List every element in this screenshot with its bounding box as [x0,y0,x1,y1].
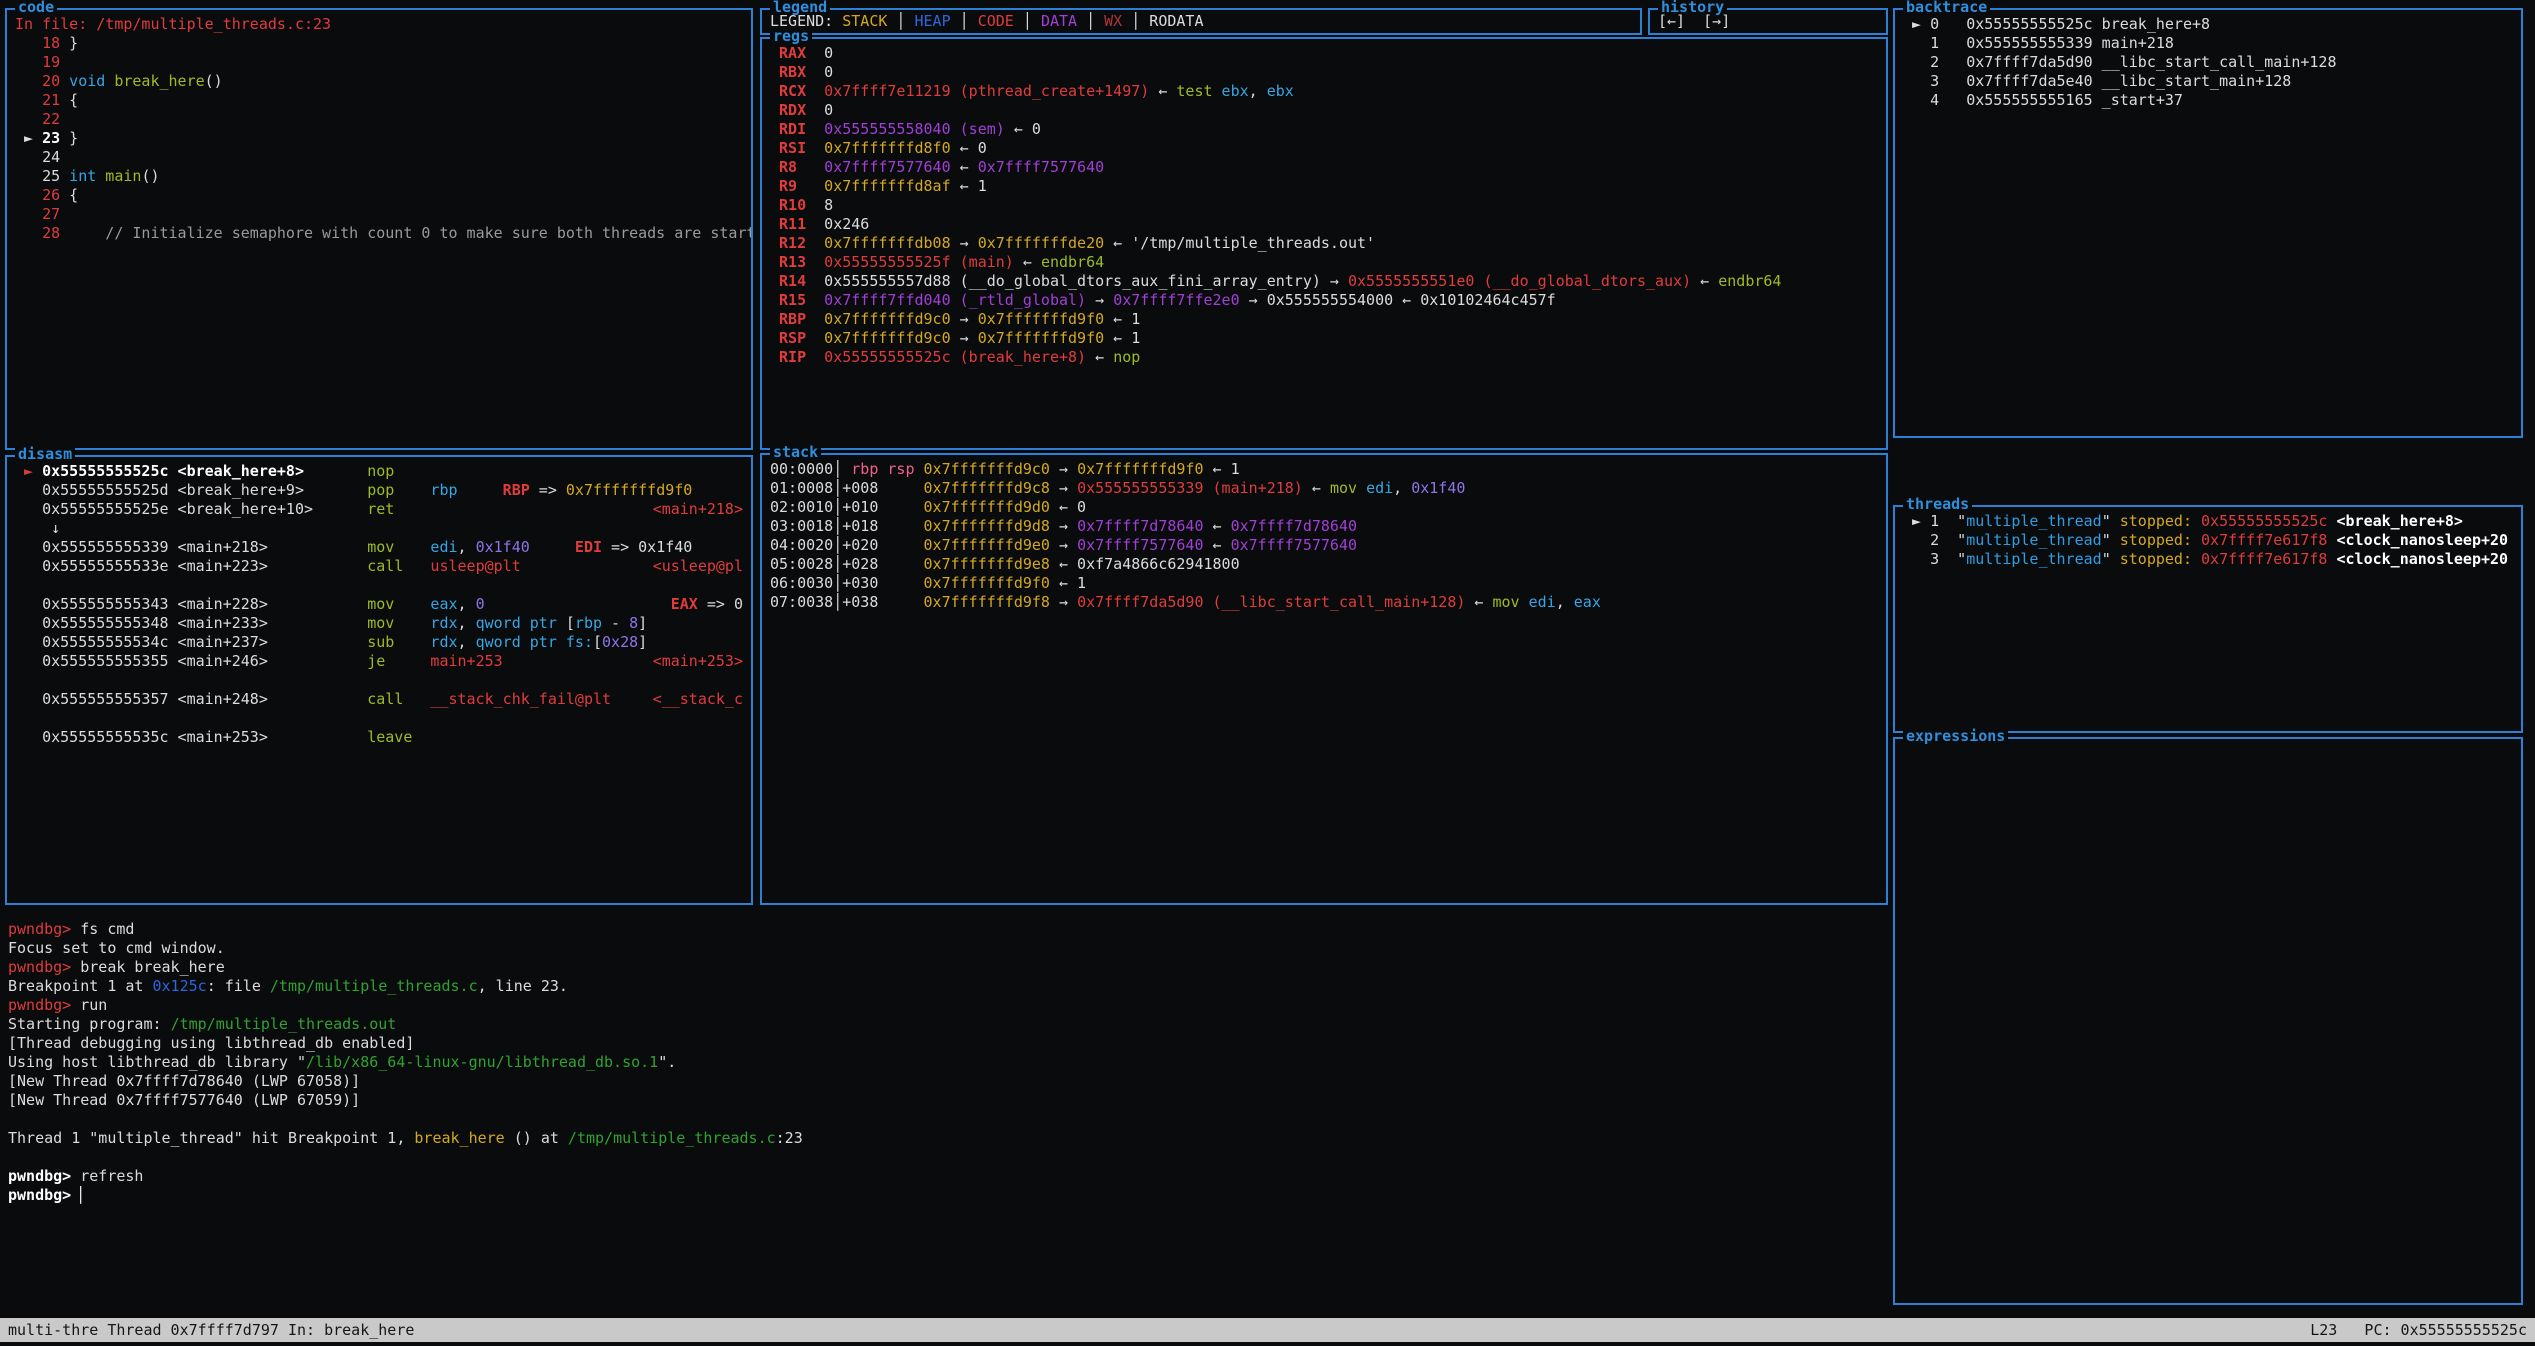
text-line: pwndbg> fs cmd [8,920,1886,939]
text-line: R11 0x246 [770,215,1878,234]
text-line: 0x555555555348 <main+233> mov rdx, qword… [15,614,743,633]
registers-list: RAX 0 RBX 0 RCX 0x7ffff7e11219 (pthread_… [762,39,1886,448]
source-code-listing: In file: /tmp/multiple_threads.c:23 18 }… [7,10,751,448]
text-line: RCX 0x7ffff7e11219 (pthread_create+1497)… [770,82,1878,101]
text-line: R10 8 [770,196,1878,215]
text-line: Thread 1 "multiple_thread" hit Breakpoin… [8,1129,1886,1148]
text-line: 0x55555555525d <break_here+9> pop rbp RB… [15,481,743,500]
text-line: ► 1 "multiple_thread" stopped: 0x5555555… [1903,512,2513,531]
text-line: [Thread debugging using libthread_db ena… [8,1034,1886,1053]
text-line: 0x555555555343 <main+228> mov eax, 0EAX … [15,595,743,614]
legend-items: LEGEND: STACK │ HEAP │ CODE │ DATA │ WX … [762,10,1640,33]
text-line [8,1148,1886,1167]
gdb-console[interactable]: pwndbg> fs cmdFocus set to cmd window.pw… [8,920,1886,1314]
text-line: RBX 0 [770,63,1878,82]
text-line: 05:0028│+028 0x7fffffffd9e8 ← 0xf7a4866c… [770,555,1878,574]
text-line: RDX 0 [770,101,1878,120]
text-line: 2 "multiple_thread" stopped: 0x7ffff7e61… [1903,531,2513,550]
status-line-pc: L23 PC: 0x55555555525c [2310,1321,2527,1340]
text-line: 24 [15,148,743,167]
text-line: RIP 0x55555555525c (break_here+8) ← nop [770,348,1878,367]
text-line: ► 0 0x55555555525c break_here+8 [1903,15,2513,34]
status-thread-info: multi-thre Thread 0x7ffff7d797 In: break… [8,1321,414,1340]
text-line: RBP 0x7fffffffd9c0 → 0x7fffffffd9f0 ← 1 [770,310,1878,329]
text-line: 06:0030│+030 0x7fffffffd9f0 ← 1 [770,574,1878,593]
panel-disasm: disasm ► 0x55555555525c <break_here+8> n… [5,455,753,905]
text-line: R9 0x7fffffffd8af ← 1 [770,177,1878,196]
text-line: RDI 0x555555558040 (sem) ← 0 [770,120,1878,139]
text-line: 28 // Initialize semaphore with count 0 … [15,224,743,243]
text-line: 03:0018│+018 0x7fffffffd9d8 → 0x7ffff7d7… [770,517,1878,536]
text-line: ► 23 } [15,129,743,148]
text-line: 0x555555555339 <main+218> mov edi, 0x1f4… [15,538,743,557]
panel-regs: regs RAX 0 RBX 0 RCX 0x7ffff7e11219 (pth… [760,37,1888,450]
text-line [15,576,743,595]
panel-backtrace: backtrace ► 0 0x55555555525c break_here+… [1893,8,2523,438]
text-line: [New Thread 0x7ffff7d78640 (LWP 67058)] [8,1072,1886,1091]
text-line: ↓ [15,519,743,538]
expressions-list [1895,739,2521,1303]
panel-expressions: expressions [1893,737,2523,1305]
stack-entries: 00:0000│ rbp rsp 0x7fffffffd9c0 → 0x7fff… [762,455,1886,903]
text-line: 1 0x555555555339 main+218 [1903,34,2513,53]
status-bar: multi-thre Thread 0x7ffff7d797 In: break… [0,1318,2535,1342]
text-line: R13 0x55555555525f (main) ← endbr64 [770,253,1878,272]
history-nav-buttons[interactable]: [←] [→] [1650,10,1886,33]
text-line: Using host libthread_db library "/lib/x8… [8,1053,1886,1072]
text-line: 07:0038│+038 0x7fffffffd9f8 → 0x7ffff7da… [770,593,1878,612]
text-line: [New Thread 0x7ffff7577640 (LWP 67059)] [8,1091,1886,1110]
text-line: 27 [15,205,743,224]
text-line: 21 { [15,91,743,110]
text-line: pwndbg> run [8,996,1886,1015]
text-line: 18 } [15,34,743,53]
text-line: 0x55555555525e <break_here+10> ret<main+… [15,500,743,519]
text-line: 02:0010│+010 0x7fffffffd9d0 ← 0 [770,498,1878,517]
text-line: RAX 0 [770,44,1878,63]
text-line: 22 [15,110,743,129]
text-line: 19 [15,53,743,72]
panel-threads: threads ► 1 "multiple_thread" stopped: 0… [1893,505,2523,733]
panel-stack: stack 00:0000│ rbp rsp 0x7fffffffd9c0 → … [760,453,1888,905]
text-line: Focus set to cmd window. [8,939,1886,958]
text-line: 25 int main() [15,167,743,186]
text-line [8,1110,1886,1129]
panel-history: history [←] [→] [1648,8,1888,35]
text-line: R15 0x7ffff7ffd040 (_rtld_global) → 0x7f… [770,291,1878,310]
text-line: pwndbg> ▏ [8,1186,1886,1205]
text-line: pwndbg> refresh [8,1167,1886,1186]
text-line: 2 0x7ffff7da5d90 __libc_start_call_main+… [1903,53,2513,72]
text-line: 0x55555555535c <main+253> leave [15,728,743,747]
text-line: 01:0008│+008 0x7fffffffd9c8 → 0x55555555… [770,479,1878,498]
text-line: RSI 0x7fffffffd8f0 ← 0 [770,139,1878,158]
text-line: 0x555555555355 <main+246> je main+253<ma… [15,652,743,671]
text-line: RSP 0x7fffffffd9c0 → 0x7fffffffd9f0 ← 1 [770,329,1878,348]
text-line: [←] [→] [1658,12,1878,31]
text-line [15,671,743,690]
disassembly-listing: ► 0x55555555525c <break_here+8> nop 0x55… [7,457,751,903]
text-line: R8 0x7ffff7577640 ← 0x7ffff7577640 [770,158,1878,177]
backtrace-frames: ► 0 0x55555555525c break_here+8 1 0x5555… [1895,10,2521,436]
text-line: R12 0x7fffffffdb08 → 0x7fffffffde20 ← '/… [770,234,1878,253]
panel-legend: legend LEGEND: STACK │ HEAP │ CODE │ DAT… [760,8,1642,35]
text-line: Starting program: /tmp/multiple_threads.… [8,1015,1886,1034]
text-line: Breakpoint 1 at 0x125c: file /tmp/multip… [8,977,1886,996]
text-line: 0x55555555534c <main+237> sub rdx, qword… [15,633,743,652]
text-line: 0x555555555357 <main+248> call __stack_c… [15,690,743,709]
threads-list: ► 1 "multiple_thread" stopped: 0x5555555… [1895,507,2521,731]
panel-code: code In file: /tmp/multiple_threads.c:23… [5,8,753,450]
text-line: 0x55555555533e <main+223> call usleep@pl… [15,557,743,576]
text-line: In file: /tmp/multiple_threads.c:23 [15,15,743,34]
text-line [15,709,743,728]
text-line: 04:0020│+020 0x7fffffffd9e0 → 0x7ffff757… [770,536,1878,555]
text-line: 26 { [15,186,743,205]
text-line: 4 0x555555555165 _start+37 [1903,91,2513,110]
text-line: 3 "multiple_thread" stopped: 0x7ffff7e61… [1903,550,2513,569]
text-line: 00:0000│ rbp rsp 0x7fffffffd9c0 → 0x7fff… [770,460,1878,479]
text-line: LEGEND: STACK │ HEAP │ CODE │ DATA │ WX … [770,12,1632,31]
text-line: pwndbg> break break_here [8,958,1886,977]
text-line: R14 0x555555557d88 (__do_global_dtors_au… [770,272,1878,291]
text-line: 20 void break_here() [15,72,743,91]
text-line: 3 0x7ffff7da5e40 __libc_start_main+128 [1903,72,2513,91]
text-line: ► 0x55555555525c <break_here+8> nop [15,462,743,481]
